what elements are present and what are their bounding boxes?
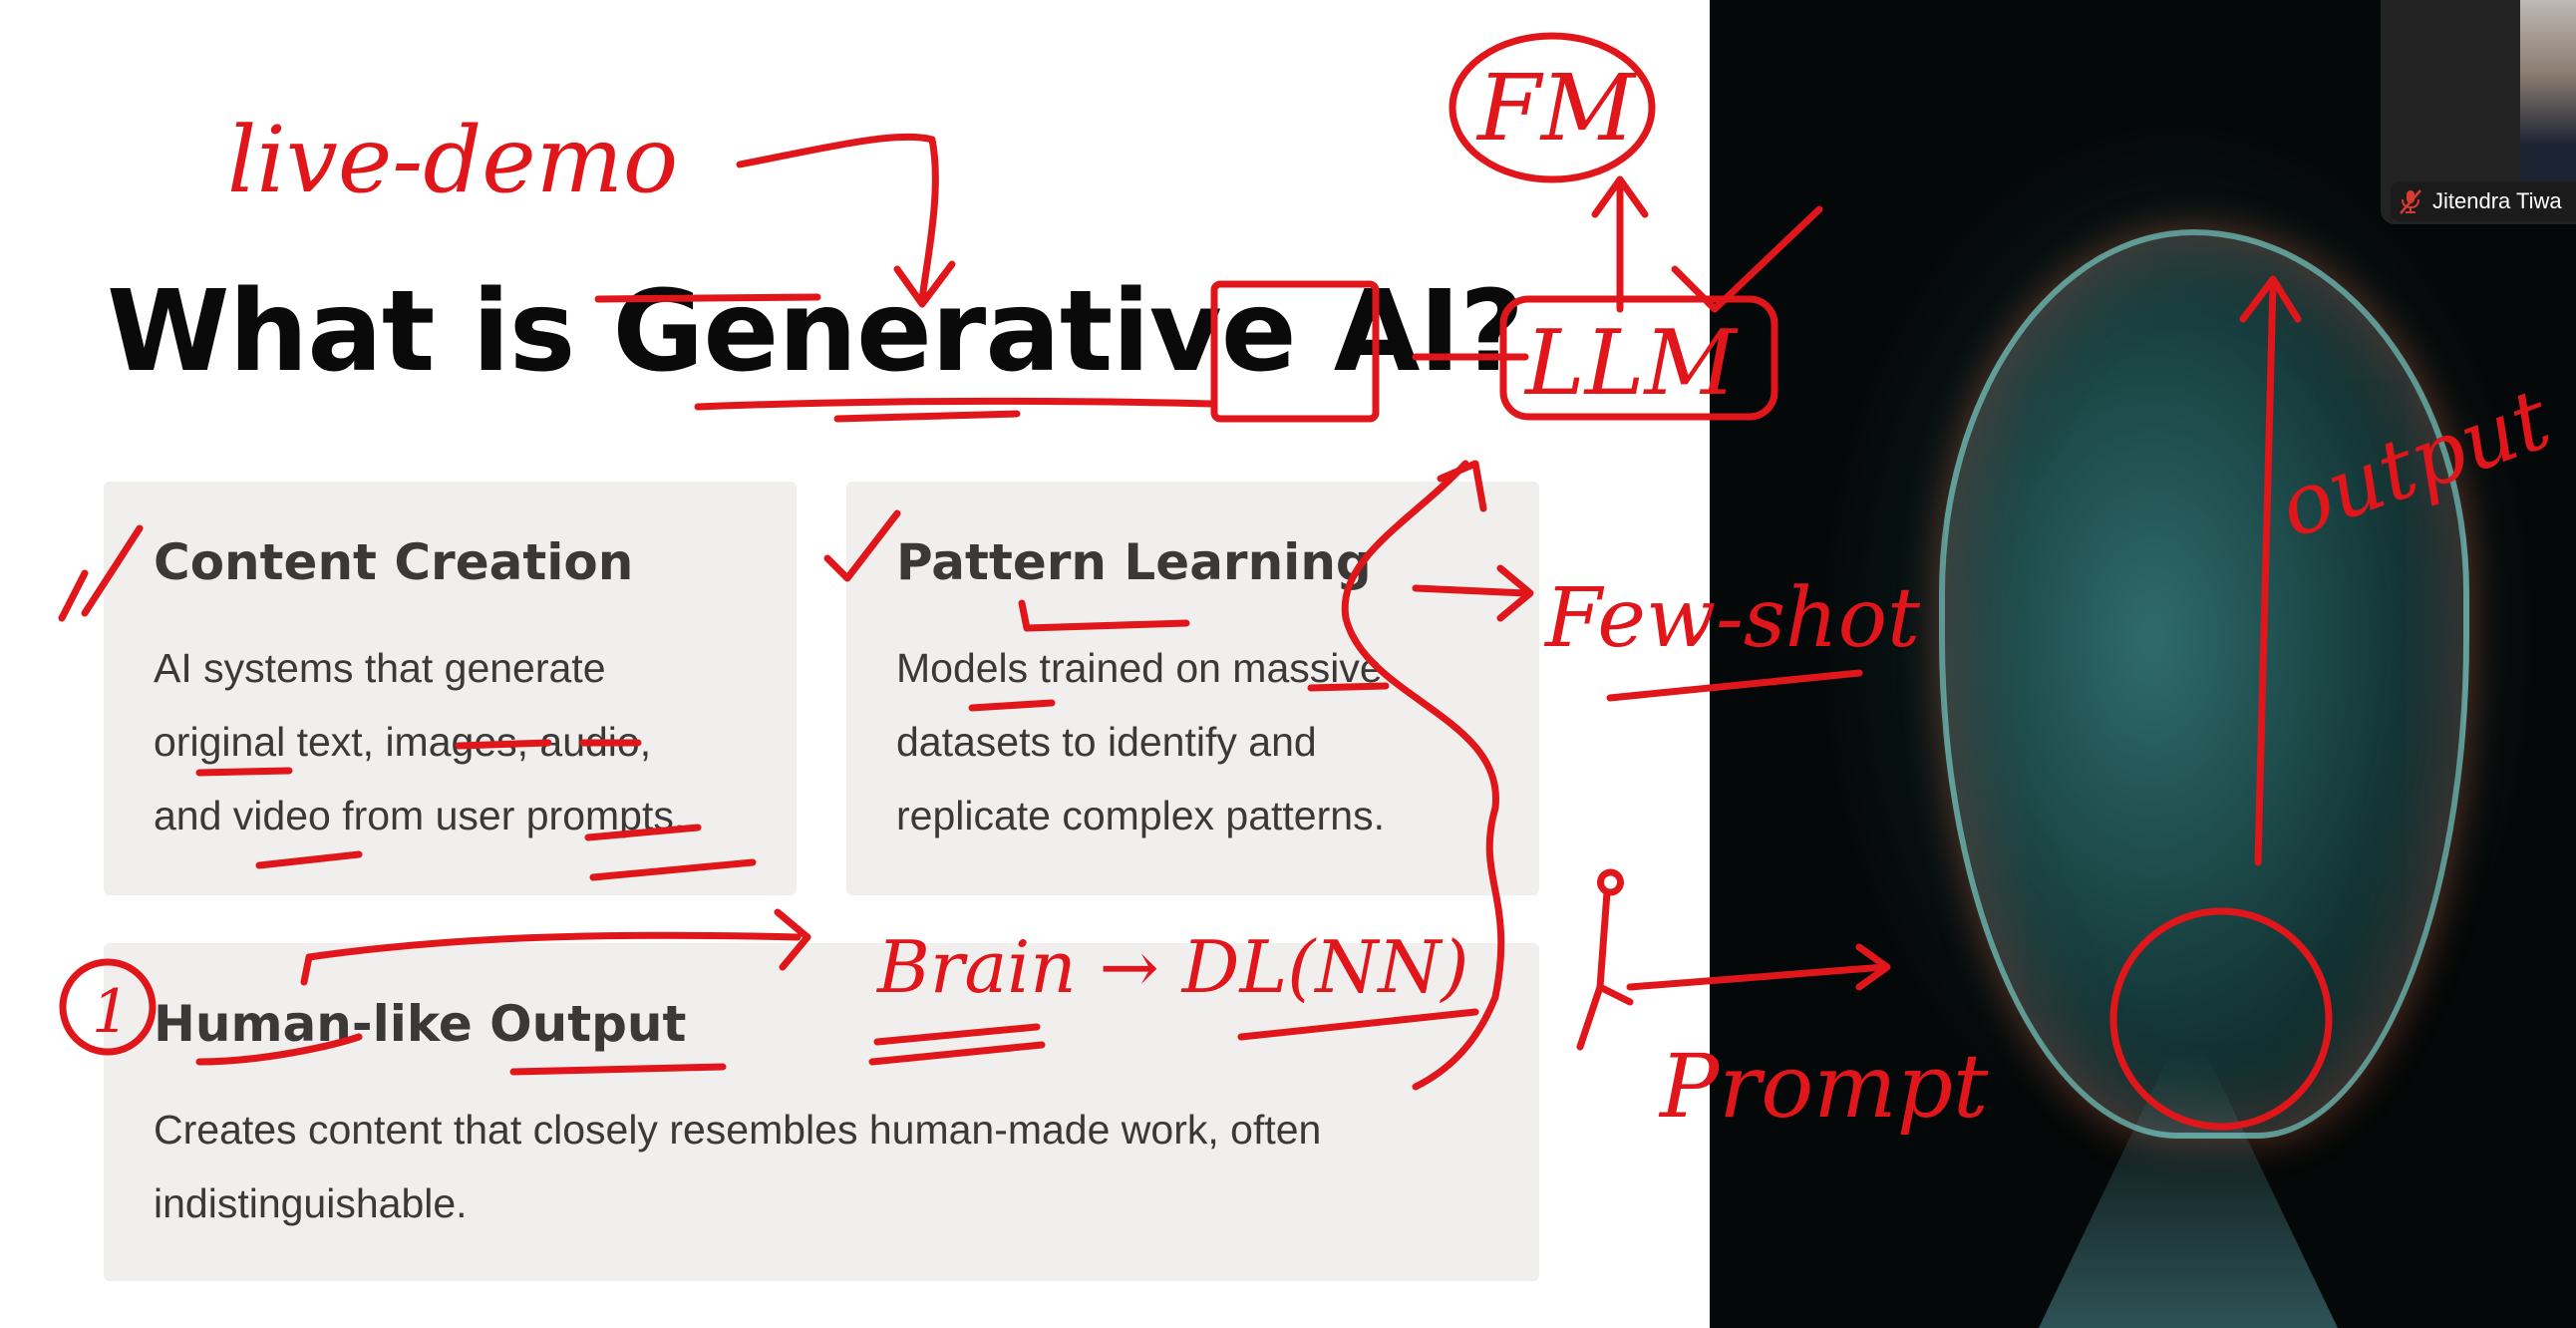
annotation-prompt: Prompt	[1658, 1035, 1989, 1138]
annotation-check	[823, 509, 901, 582]
annotation-llm: LLM	[1523, 311, 1739, 416]
annotation-arrow	[300, 908, 811, 986]
annotation-underlines	[968, 599, 1390, 712]
annotation-box-ai	[1210, 280, 1380, 423]
annotation-arrow-output	[2239, 275, 2302, 866]
annotation-underline	[594, 293, 821, 303]
annotation-one: 1	[92, 977, 130, 1047]
annotation-few-shot: Few-shot	[1543, 571, 1921, 666]
annotation-underline	[1606, 669, 1863, 702]
annotation-output: output	[2266, 370, 2562, 557]
annotation-underlines	[868, 1008, 1479, 1066]
annotation-arrow	[1626, 943, 1891, 991]
annotation-underline-generative	[694, 397, 1215, 423]
annotation-arrow	[736, 133, 956, 308]
annotation-arrow	[1412, 564, 1534, 622]
annotation-brain-dl: Brain → DL(NN)	[875, 925, 1468, 1009]
annotation-check	[1671, 205, 1823, 313]
pen-annotations: live-demo LLM FM Few-shot 1 Brain → DL(N…	[58, 32, 2562, 1138]
annotation-underlines	[195, 1033, 727, 1076]
annotation-stick-person	[1576, 868, 1634, 1051]
annotation-circle-chin	[2109, 907, 2333, 1131]
annotation-arrow-up	[1591, 175, 1649, 313]
annotation-fm: FM	[1475, 55, 1638, 162]
annotation-check	[58, 524, 144, 622]
annotation-underlines	[195, 739, 757, 881]
annotation-live-demo: live-demo	[227, 107, 678, 213]
